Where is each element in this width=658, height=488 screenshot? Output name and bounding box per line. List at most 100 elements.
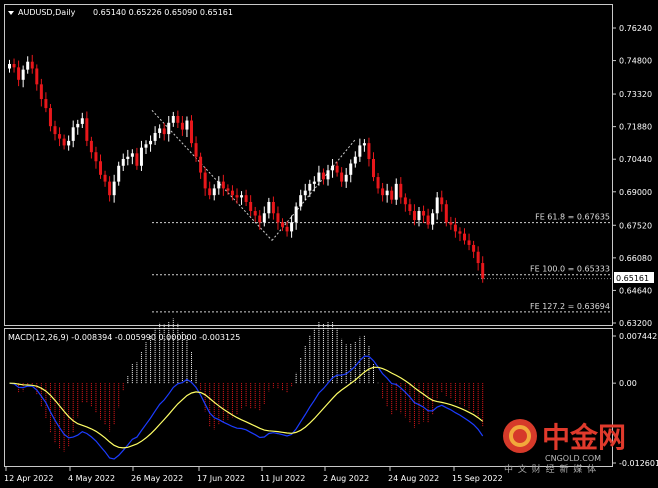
fib-level-label: FE 61.8 = 0.67635: [535, 213, 610, 222]
candle-body: [89, 140, 93, 153]
candle-body: [108, 181, 112, 196]
macd-tick-label: 0.007442: [619, 332, 657, 341]
candle-body: [17, 67, 21, 80]
candle-body: [121, 158, 125, 166]
candle-body: [85, 118, 89, 141]
date-tick-label: 17 Jun 2022: [197, 474, 245, 483]
candle-body: [353, 156, 357, 164]
date-tick-label: 2 Aug 2022: [323, 474, 369, 483]
price-tick-label: 0.71880: [619, 123, 652, 132]
candle-body: [130, 153, 134, 157]
candle-body: [476, 251, 480, 264]
date-tick-label: 11 Jul 2022: [260, 474, 305, 483]
candle-body: [303, 190, 307, 196]
candle-body: [426, 215, 430, 225]
candle-body: [244, 195, 248, 202]
candle-body: [267, 201, 271, 214]
candle-body: [449, 222, 453, 225]
candle-body: [212, 188, 216, 196]
candle-body: [35, 68, 39, 85]
price-tick-label: 0.64640: [619, 286, 652, 295]
candle-body: [281, 222, 284, 227]
candle-body: [331, 165, 335, 171]
candle-body: [208, 188, 212, 196]
candle-body: [467, 240, 471, 245]
candle-body: [62, 138, 66, 146]
current-price-label: 0.65161: [616, 274, 649, 283]
candle-body: [8, 63, 11, 69]
candle-body: [440, 197, 444, 205]
macd-tick-label: -0.012601: [619, 459, 658, 468]
candle-body: [162, 128, 166, 135]
candle-body: [185, 120, 189, 130]
candle-body: [390, 190, 394, 200]
candle-body: [71, 127, 75, 141]
candle-body: [399, 183, 403, 198]
candle-body: [53, 126, 57, 135]
candle-body: [344, 174, 348, 182]
candle-body: [117, 165, 121, 182]
candle-body: [317, 172, 321, 182]
macd-readout: MACD(12,26,9) -0.008394 -0.005990 0.0000…: [8, 333, 240, 342]
candle-body: [21, 69, 25, 80]
candle-body: [167, 122, 171, 135]
candle-body: [408, 204, 412, 212]
candle-body: [240, 195, 244, 198]
candle-body: [435, 197, 439, 214]
price-tick-label: 0.70440: [619, 155, 652, 164]
candle-body: [321, 172, 325, 180]
candle-body: [326, 170, 330, 180]
candle-body: [249, 201, 253, 212]
chart-window[interactable]: FE 61.8 = 0.67635 FE 100.0 = 0.65333 FE 12…: [0, 0, 658, 488]
candle-body: [203, 172, 207, 189]
candle-body: [99, 161, 102, 175]
ohlc-readout: 0.65140 0.65226 0.65090 0.65161: [93, 8, 233, 17]
candle-body: [403, 197, 407, 205]
candle-body: [458, 231, 462, 234]
candle-body: [149, 140, 153, 145]
candle-body: [39, 84, 43, 100]
price-tick-label: 0.63200: [619, 319, 652, 328]
date-tick-label: 4 May 2022: [68, 474, 115, 483]
candle-body: [135, 153, 139, 166]
price-tick-label: 0.74800: [619, 57, 652, 66]
candle-body: [362, 143, 366, 146]
candle-body: [376, 177, 380, 189]
candle-body: [481, 263, 485, 279]
candle-body: [139, 147, 143, 166]
candle-body: [394, 183, 398, 200]
candle-body: [26, 61, 30, 70]
candle-body: [44, 99, 48, 109]
candle-body: [30, 61, 34, 69]
candle-body: [358, 145, 362, 157]
fib-level-label: FE 100.0 = 0.65333: [530, 265, 610, 274]
candle-body: [48, 108, 52, 127]
candle-body: [230, 190, 234, 196]
cngold-logo-icon: [503, 419, 537, 453]
candle-body: [144, 144, 148, 148]
price-tick-label: 0.66080: [619, 254, 652, 263]
candle-body: [385, 190, 389, 196]
price-tick-label: 0.67520: [619, 221, 652, 230]
candle-body: [472, 244, 476, 252]
date-tick-label: 26 May 2022: [131, 474, 183, 483]
candle-body: [76, 123, 80, 128]
candle-body: [158, 128, 162, 133]
candle-body: [67, 140, 71, 146]
watermark-brand: 中金网: [542, 421, 626, 454]
candle-body: [276, 213, 280, 223]
candle-body: [217, 181, 221, 189]
candle-body: [290, 222, 294, 232]
candle-body: [294, 206, 298, 223]
candle-body: [199, 156, 203, 173]
candle-body: [299, 195, 303, 207]
price-tick-label: 0.73320: [619, 90, 652, 99]
candle-body: [381, 188, 385, 196]
candle-body: [262, 213, 266, 223]
candle-body: [103, 174, 107, 182]
candle-body: [367, 143, 371, 159]
candle-body: [194, 143, 198, 157]
candle-body: [422, 211, 426, 216]
candle-body: [340, 172, 344, 182]
candle-body: [285, 226, 289, 232]
